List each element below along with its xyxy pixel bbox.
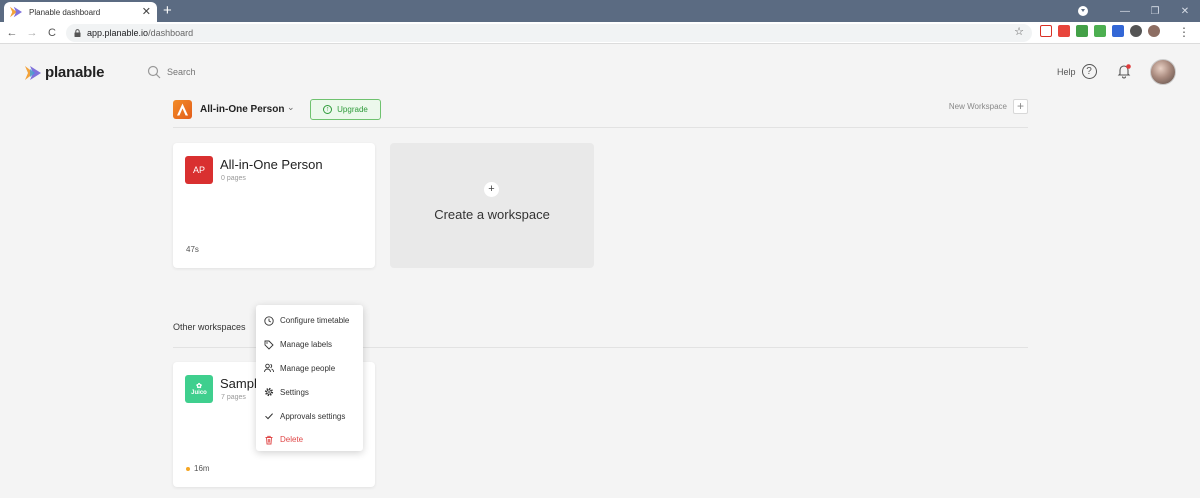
menu-item-settings[interactable]: Settings xyxy=(256,380,363,404)
workspace-card-pages: 0 pages xyxy=(221,175,246,182)
people-icon xyxy=(264,364,274,373)
menu-item-delete[interactable]: Delete xyxy=(256,428,363,452)
tag-icon xyxy=(264,340,274,350)
close-tab-icon[interactable]: ✕ xyxy=(142,6,151,18)
back-button[interactable]: ← xyxy=(4,27,20,39)
workspace-a-logo-icon xyxy=(177,103,188,116)
search-icon xyxy=(147,65,161,79)
workspace-badge-icon xyxy=(173,100,192,119)
minimize-button[interactable]: — xyxy=(1110,6,1140,17)
juice-logo-icon: ✿ Juico xyxy=(185,375,213,403)
todoist-extension-icon[interactable] xyxy=(1058,25,1070,37)
user-avatar[interactable] xyxy=(1150,59,1176,85)
workspace-header: All-in-One Person ⌄ ↑ Upgrade New Worksp… xyxy=(173,99,1028,128)
help-label: Help xyxy=(1057,66,1076,77)
browser-tab-bar: Planable dashboard ✕ + — ❐ ✕ xyxy=(0,0,1200,22)
extension-icons xyxy=(1040,25,1160,37)
upgrade-label: Upgrade xyxy=(337,105,368,114)
juice-leaf-icon: ✿ xyxy=(196,382,202,390)
logo-text: planable xyxy=(45,64,105,81)
menu-item-label: Delete xyxy=(280,435,304,445)
lock-icon xyxy=(74,29,81,37)
upgrade-button[interactable]: ↑ Upgrade xyxy=(310,99,381,120)
menu-item-configure-timetable[interactable]: Configure timetable xyxy=(256,309,363,333)
workspace-avatar: AP xyxy=(185,156,213,184)
time-text: 47s xyxy=(186,245,199,254)
new-workspace-label: New Workspace xyxy=(948,102,1007,111)
new-workspace-button[interactable]: New Workspace + xyxy=(949,99,1028,114)
url-text: app.planable.io/dashboard xyxy=(87,28,193,38)
workspace-context-menu: Configure timetable Manage labels Manage… xyxy=(256,305,363,451)
address-bar[interactable]: app.planable.io/dashboard ☆ xyxy=(66,24,1032,42)
menu-item-label: Configure timetable xyxy=(280,316,350,326)
workspace-card-time: 47s xyxy=(186,245,199,254)
gear-icon xyxy=(264,388,274,397)
search-input[interactable] xyxy=(167,67,287,77)
status-dot xyxy=(186,466,190,471)
profile-dropdown-icon[interactable] xyxy=(1078,6,1088,16)
window-controls: — ❐ ✕ xyxy=(1078,0,1200,22)
browser-toolbar: ← → C app.planable.io/dashboard ☆ xyxy=(0,22,1200,44)
sheets-extension-icon[interactable] xyxy=(1094,25,1106,37)
create-workspace-label: Create a workspace xyxy=(434,207,550,222)
gmail-extension-icon[interactable] xyxy=(1040,25,1052,37)
green-extension-icon[interactable] xyxy=(1076,25,1088,37)
workspace-card-title: All-in-One Person xyxy=(220,157,323,172)
menu-item-manage-people[interactable]: Manage people xyxy=(256,357,363,381)
bookmark-star-icon[interactable]: ☆ xyxy=(1014,25,1024,38)
menu-item-approvals-settings[interactable]: Approvals settings xyxy=(256,404,363,428)
plus-icon: + xyxy=(1013,99,1028,114)
tab-title: Planable dashboard xyxy=(29,7,101,17)
browser-tab[interactable]: Planable dashboard ✕ xyxy=(4,2,157,22)
workspace-card-title: Sampl xyxy=(220,376,257,391)
trash-icon xyxy=(265,435,273,445)
close-window-button[interactable]: ✕ xyxy=(1170,6,1200,17)
forward-button[interactable]: → xyxy=(24,27,40,39)
new-tab-button[interactable]: + xyxy=(163,2,172,20)
planable-logo-icon xyxy=(25,65,41,80)
restore-button[interactable]: ❐ xyxy=(1140,6,1170,17)
blue-extension-icon[interactable] xyxy=(1112,25,1124,37)
menu-item-label: Manage people xyxy=(280,363,336,373)
planable-favicon-icon xyxy=(10,6,22,18)
workspace-card-time: 16m xyxy=(186,464,210,473)
notification-bell-icon[interactable] xyxy=(1116,63,1132,79)
search-box[interactable] xyxy=(147,65,287,79)
help-button[interactable]: Help ? xyxy=(1057,64,1097,79)
workspace-card-all-in-one[interactable]: AP All-in-One Person 0 pages 47s xyxy=(173,143,375,268)
time-text: 16m xyxy=(194,464,210,473)
other-workspaces-heading: Other workspaces xyxy=(173,322,246,332)
menu-item-label: Settings xyxy=(280,387,309,397)
reload-button[interactable]: C xyxy=(44,27,60,39)
workspace-name[interactable]: All-in-One Person xyxy=(200,104,284,115)
workspace-card-pages: 7 pages xyxy=(221,394,246,401)
check-icon xyxy=(265,413,273,420)
clock-icon xyxy=(264,316,274,326)
plus-circle-icon: + xyxy=(484,182,499,197)
puzzle-extensions-icon[interactable] xyxy=(1130,25,1142,37)
profile-avatar-icon[interactable] xyxy=(1148,25,1160,37)
help-circle-icon: ? xyxy=(1081,64,1097,79)
menu-item-label: Approvals settings xyxy=(280,411,346,421)
url-host: app.planable.io xyxy=(87,28,149,38)
planable-logo[interactable]: planable xyxy=(25,64,104,81)
menu-item-label: Manage labels xyxy=(280,340,333,350)
browser-menu-icon[interactable]: ⋮ xyxy=(1178,25,1190,39)
url-path: /dashboard xyxy=(148,28,194,38)
create-workspace-card[interactable]: + Create a workspace xyxy=(390,143,594,268)
menu-item-manage-labels[interactable]: Manage labels xyxy=(256,333,363,357)
chevron-down-icon[interactable]: ⌄ xyxy=(287,102,295,113)
juice-logo-text: Juico xyxy=(191,389,207,396)
upgrade-arrow-icon: ↑ xyxy=(323,105,333,114)
